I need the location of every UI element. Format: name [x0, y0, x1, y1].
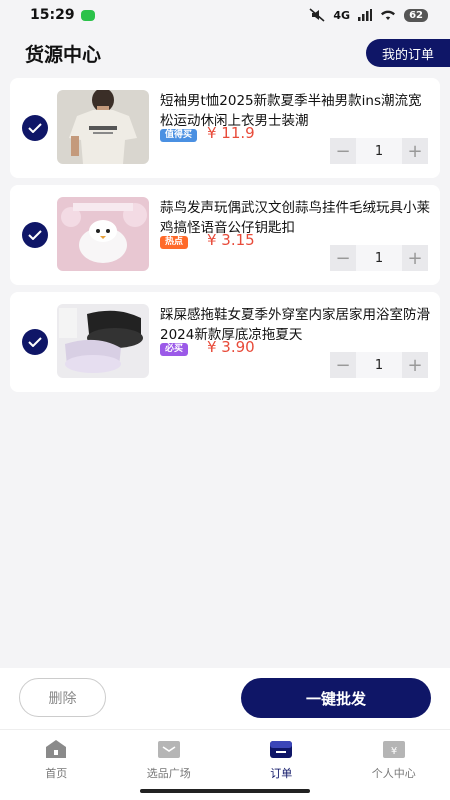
product-image: [57, 304, 149, 378]
tab-home[interactable]: 首页: [0, 730, 113, 786]
decrement-button[interactable]: −: [330, 245, 356, 271]
check-icon: [28, 123, 42, 133]
delete-button[interactable]: 删除: [19, 678, 106, 717]
product-name: 蒜鸟发声玩偶武汉文创蒜鸟挂件毛绒玩具小莱鸡搞怪语音公仔钥匙扣: [160, 200, 430, 236]
product-image: [57, 197, 149, 271]
quantity-stepper: − 1 +: [330, 138, 428, 164]
home-icon: [46, 740, 67, 758]
status-time: 15:29: [30, 7, 75, 23]
quantity-value[interactable]: 1: [356, 138, 402, 164]
product-image: [57, 90, 149, 164]
page-title: 货源中心: [25, 43, 102, 66]
decrement-button[interactable]: −: [330, 352, 356, 378]
svg-text:¥: ¥: [391, 746, 397, 757]
action-bar: 删除 一键批发: [0, 668, 450, 730]
mute-icon: [309, 8, 325, 22]
product-name: 短袖男t恤2025新款夏季半袖男款ins潮流宽松运动休闲上衣男士装潮: [160, 93, 422, 129]
product-name: 踩屎感拖鞋女夏季外穿室内家居家用浴室防滑2024新款厚底凉拖夏天: [160, 307, 430, 343]
increment-button[interactable]: +: [402, 138, 428, 164]
check-icon: [28, 337, 42, 347]
quantity-value[interactable]: 1: [356, 245, 402, 271]
quantity-stepper: − 1 +: [330, 352, 428, 378]
select-checkbox[interactable]: [22, 115, 48, 141]
tab-label: 首页: [45, 767, 68, 780]
product-card[interactable]: 短袖男t恤2025新款夏季半袖男款ins潮流宽松运动休闲上衣男士装潮 值得买 ¥…: [10, 78, 440, 178]
product-card[interactable]: 踩屎感拖鞋女夏季外穿室内家居家用浴室防滑2024新款厚底凉拖夏天 必买 ¥ 3.…: [10, 292, 440, 392]
bottom-tab-bar: 首页 选品广场 订单 ¥ 个人中心: [0, 730, 450, 786]
battery-indicator: 62: [404, 8, 428, 22]
increment-button[interactable]: +: [402, 245, 428, 271]
product-price: ¥ 3.15: [207, 231, 255, 249]
product-card[interactable]: 蒜鸟发声玩偶武汉文创蒜鸟挂件毛绒玩具小莱鸡搞怪语音公仔钥匙扣 热点 ¥ 3.15…: [10, 185, 440, 285]
message-icon: [80, 9, 95, 21]
tab-label: 选品广场: [146, 767, 191, 780]
order-icon: [270, 741, 293, 758]
profile-icon: ¥: [382, 741, 405, 758]
network-label: 4G: [333, 8, 351, 22]
select-checkbox[interactable]: [22, 222, 48, 248]
signal-icon: [358, 9, 373, 21]
product-tag: 必买: [160, 343, 189, 356]
quantity-value[interactable]: 1: [356, 352, 402, 378]
product-tag: 热点: [160, 236, 189, 249]
batch-wholesale-button[interactable]: 一键批发: [241, 678, 431, 718]
mail-icon: [157, 741, 180, 758]
tab-orders[interactable]: 订单: [225, 730, 338, 786]
tab-selection-plaza[interactable]: 选品广场: [113, 730, 226, 786]
page-header: 货源中心 我的订单: [0, 30, 450, 76]
check-icon: [28, 230, 42, 240]
tab-label: 订单: [270, 767, 293, 780]
decrement-button[interactable]: −: [330, 138, 356, 164]
tab-profile[interactable]: ¥ 个人中心: [338, 730, 450, 786]
select-checkbox[interactable]: [22, 329, 48, 355]
increment-button[interactable]: +: [402, 352, 428, 378]
product-price: ¥ 11.9: [207, 124, 255, 142]
home-indicator: [0, 786, 450, 800]
tab-label: 个人中心: [371, 767, 416, 780]
quantity-stepper: − 1 +: [330, 245, 428, 271]
my-orders-button[interactable]: 我的订单: [366, 39, 450, 67]
status-bar: 15:29 4G 62: [0, 0, 450, 30]
wifi-icon: [381, 10, 396, 20]
product-tag: 值得买: [160, 129, 198, 142]
product-price: ¥ 3.90: [207, 338, 255, 356]
